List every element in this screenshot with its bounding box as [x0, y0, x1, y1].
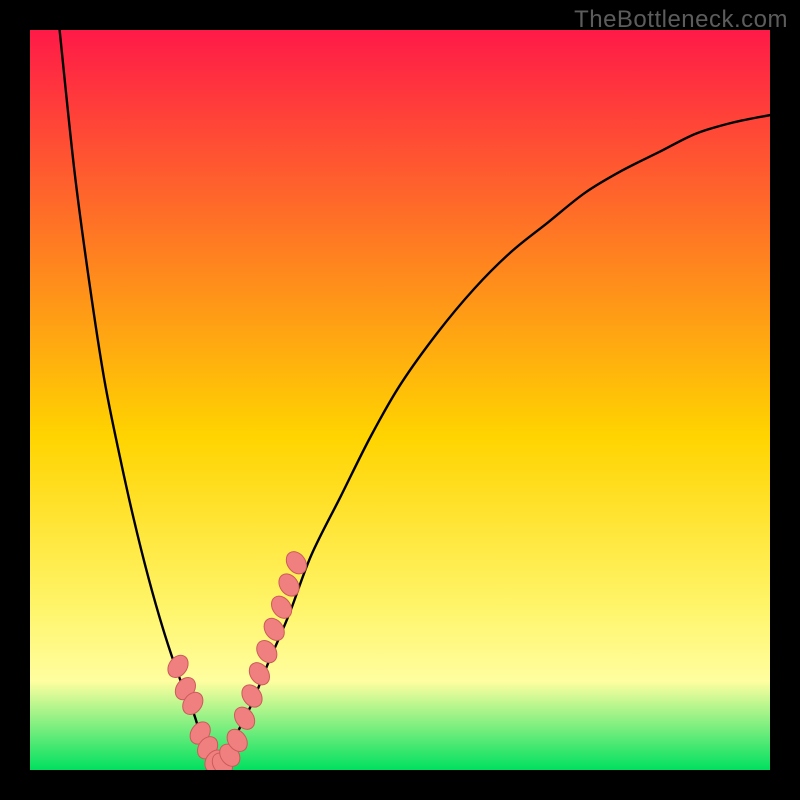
bottleneck-chart: TheBottleneck.com	[0, 0, 800, 800]
watermark-text: TheBottleneck.com	[574, 6, 788, 34]
chart-svg	[0, 0, 800, 800]
plot-background	[30, 30, 770, 770]
